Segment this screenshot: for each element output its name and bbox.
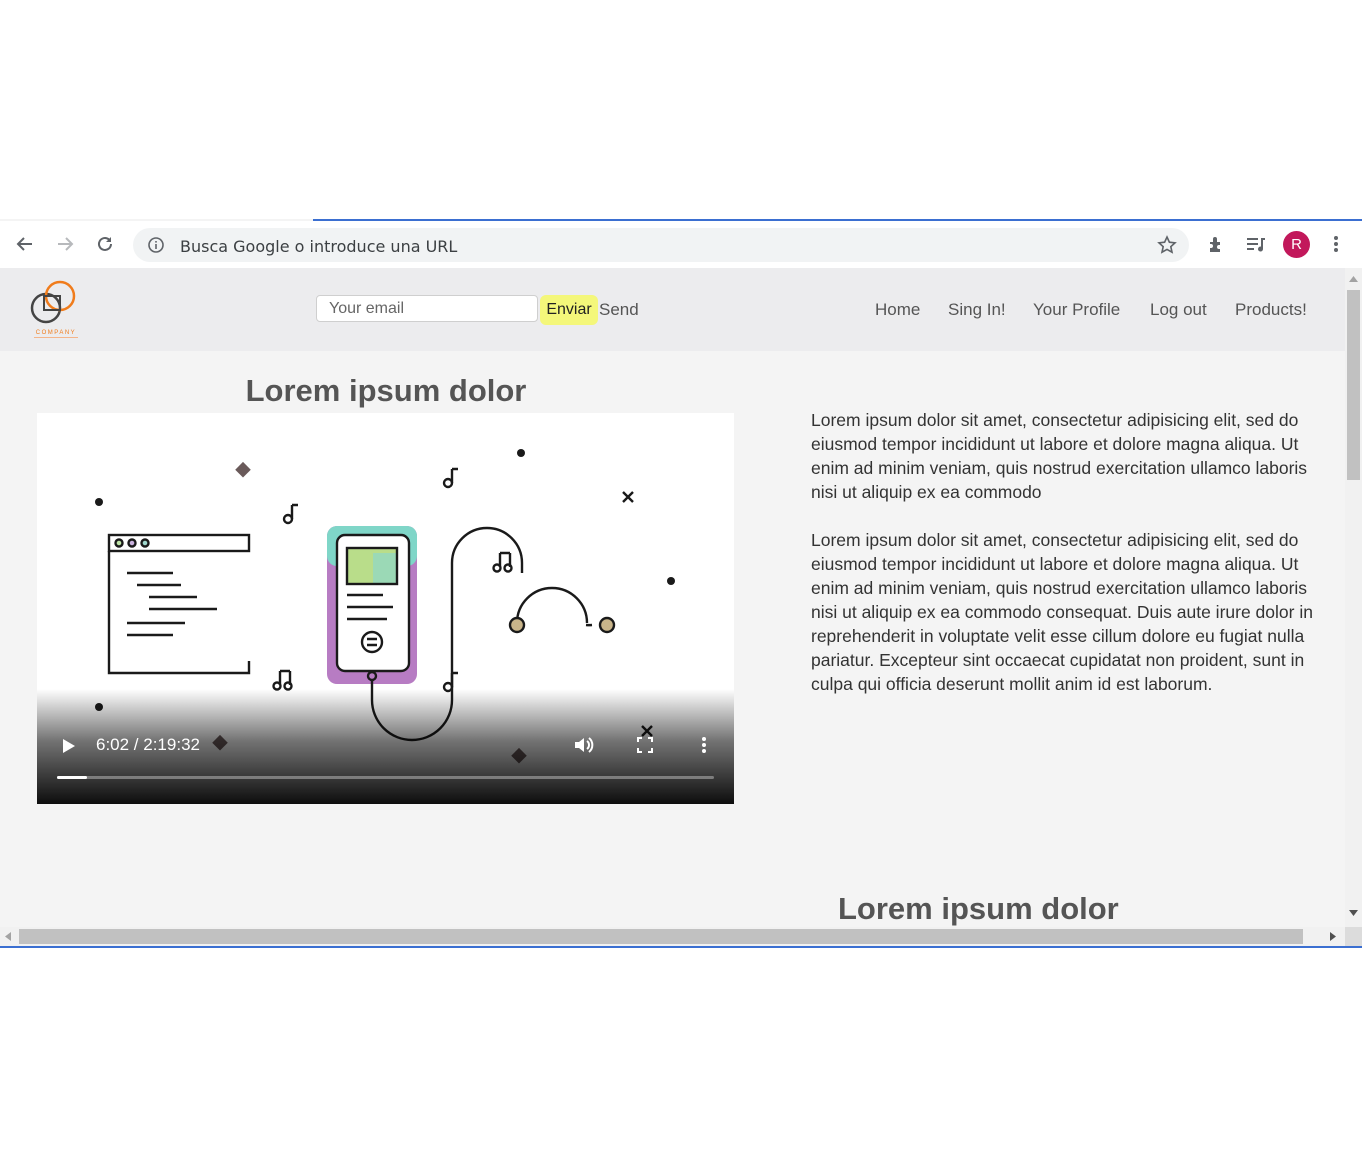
video-time: 6:02 / 2:19:32 — [96, 735, 200, 754]
media-queue-icon[interactable] — [1243, 231, 1269, 257]
address-bar[interactable] — [133, 228, 1189, 262]
scroll-down-icon[interactable] — [1349, 910, 1358, 916]
volume-icon[interactable] — [573, 735, 595, 760]
site-navbar: COMPANY Enviar Send Home Sing In! Your P… — [0, 268, 1345, 351]
nav-home[interactable]: Home — [875, 300, 920, 320]
browser-toolbar: R — [0, 221, 1362, 269]
paragraph-1: Lorem ipsum dolor sit amet, consectetur … — [811, 410, 1308, 502]
window-border — [0, 946, 1362, 948]
back-icon[interactable] — [11, 230, 39, 258]
video-progress-fill — [57, 776, 88, 779]
enviar-button[interactable]: Enviar — [540, 295, 598, 325]
info-icon[interactable] — [147, 236, 165, 259]
avatar[interactable]: R — [1283, 231, 1310, 258]
video-menu-icon[interactable] — [701, 736, 707, 759]
web-page: COMPANY Enviar Send Home Sing In! Your P… — [0, 268, 1345, 928]
star-icon[interactable] — [1157, 235, 1177, 260]
svg-text:COMPANY: COMPANY — [36, 330, 76, 336]
scroll-up-icon[interactable] — [1349, 276, 1358, 282]
play-icon[interactable] — [61, 737, 77, 760]
section-heading-left: Lorem ipsum dolor — [245, 373, 527, 408]
send-link[interactable]: Send — [599, 300, 639, 320]
address-input[interactable] — [178, 233, 1082, 259]
horizontal-scroll-thumb[interactable] — [19, 929, 1303, 944]
company-logo[interactable]: COMPANY — [26, 278, 86, 342]
nav-your-profile[interactable]: Your Profile — [1033, 300, 1120, 320]
vertical-scroll-thumb[interactable] — [1347, 290, 1360, 480]
extensions-icon[interactable] — [1204, 231, 1230, 257]
vertical-scrollbar[interactable] — [1345, 268, 1362, 928]
browser-window: R COMPANY Enviar Send Home Sing — [0, 219, 1362, 948]
horizontal-scrollbar[interactable] — [0, 927, 1345, 946]
email-input[interactable] — [316, 295, 538, 322]
more-icon[interactable] — [1323, 231, 1349, 257]
forward-icon[interactable] — [51, 230, 79, 258]
nav-log-out[interactable]: Log out — [1150, 300, 1207, 320]
scroll-left-icon[interactable] — [5, 932, 11, 941]
nav-sign-in[interactable]: Sing In! — [948, 300, 1006, 320]
scroll-right-icon[interactable] — [1330, 932, 1336, 941]
section-heading-right: Lorem ipsum dolor — [838, 891, 1119, 926]
scrollbar-corner — [1345, 927, 1362, 946]
paragraph-2: Lorem ipsum dolor sit amet, consectetur … — [811, 530, 1313, 694]
nav-products[interactable]: Products! — [1235, 300, 1307, 320]
fullscreen-icon[interactable] — [636, 736, 654, 759]
video-player[interactable]: 6:02 / 2:19:32 — [37, 413, 734, 804]
reload-icon[interactable] — [91, 230, 119, 258]
video-progress-bar[interactable] — [57, 776, 714, 779]
